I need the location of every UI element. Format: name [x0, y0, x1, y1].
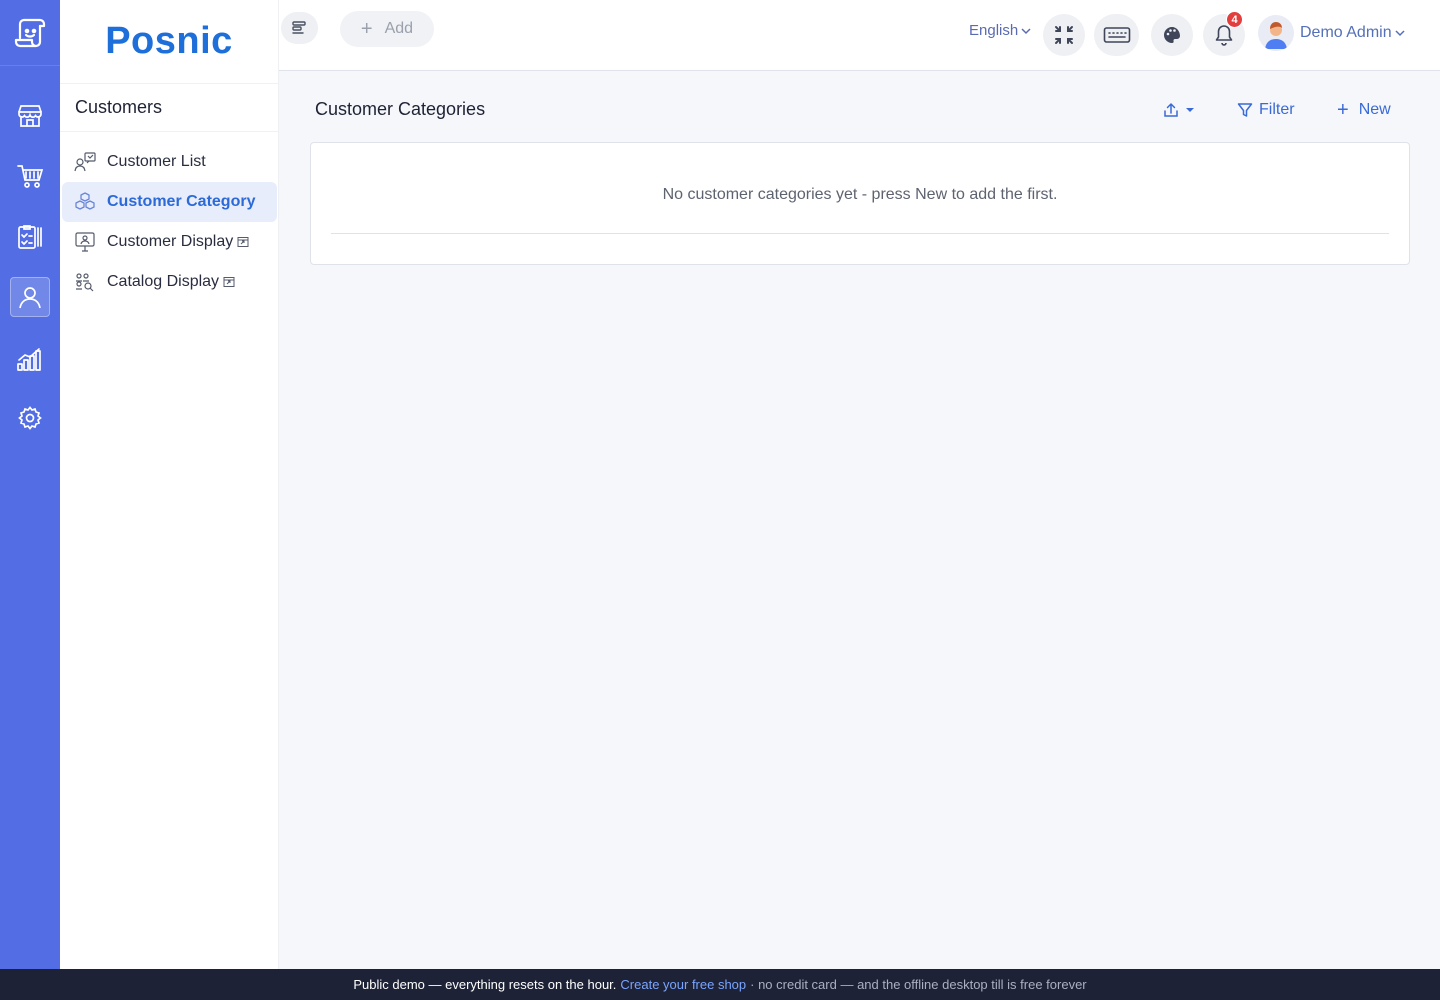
sidebar-item-label: Customer List: [107, 153, 206, 170]
user-menu[interactable]: Demo Admin: [1258, 15, 1405, 51]
upload-icon: [1164, 102, 1178, 117]
app-logo-icon: [14, 18, 46, 47]
empty-state-message: No customer categories yet - press New t…: [662, 186, 1058, 203]
store-icon: [18, 105, 42, 127]
sidebar-item-catalog-display[interactable]: Catalog Display: [60, 262, 278, 302]
sub-sidebar: Posnic Customers Customer List Customer …: [60, 0, 279, 969]
sidebar-menu: Customer List Customer Category Customer…: [60, 132, 278, 302]
sidebar-item-label: Catalog Display: [107, 273, 220, 290]
sidebar-item-customer-list[interactable]: Customer List: [60, 142, 278, 182]
rail-analytics[interactable]: [10, 339, 50, 379]
sidebar-toggle-button[interactable]: [281, 12, 318, 44]
rail-cart[interactable]: [10, 156, 50, 196]
demo-banner: Public demo — everything resets on the h…: [0, 969, 1440, 1000]
brand-logo[interactable]: Posnic: [60, 0, 278, 84]
sidebar-item-label: Customer Category: [107, 193, 256, 210]
plus-icon: +: [1337, 99, 1349, 121]
section-title: Customers: [60, 84, 278, 132]
create-shop-link[interactable]: Create your free shop: [620, 977, 746, 992]
user-icon: [19, 287, 41, 309]
external-window-icon: [237, 236, 249, 248]
gear-icon: [18, 406, 42, 430]
clipboard-icon: [18, 225, 42, 249]
fullscreen-button[interactable]: [1043, 14, 1085, 56]
cubes-icon: [74, 191, 96, 213]
caret-down-icon: [1186, 108, 1194, 112]
app-logo[interactable]: [0, 0, 60, 66]
sidebar-item-customer-category[interactable]: Customer Category: [62, 182, 277, 222]
new-button[interactable]: + New: [1337, 98, 1391, 122]
sidebar-item-label: Customer Display: [107, 233, 234, 250]
rail-customers[interactable]: [10, 277, 50, 317]
plus-icon: +: [360, 18, 373, 40]
quick-add-button[interactable]: + Add: [340, 11, 434, 47]
theme-button[interactable]: [1151, 14, 1193, 56]
export-button[interactable]: [1163, 98, 1195, 122]
user-name: Demo Admin: [1300, 24, 1405, 42]
notifications-button[interactable]: 4: [1203, 11, 1245, 56]
categories-table-card: No customer categories yet - press New t…: [310, 142, 1410, 265]
new-label: New: [1358, 101, 1391, 118]
palette-icon: [1164, 27, 1180, 43]
fullscreen-icon: [1055, 26, 1073, 44]
external-window-icon: [223, 276, 235, 288]
customer-list-icon: [74, 151, 96, 173]
cart-icon: [17, 165, 44, 188]
page-title: Customer Categories: [315, 99, 486, 119]
avatar: [1258, 15, 1294, 51]
chevron-down-icon: [1021, 27, 1031, 34]
keyboard-icon: [1103, 27, 1130, 43]
rail-reports[interactable]: [10, 217, 50, 257]
divider: [331, 233, 1389, 234]
rail-settings[interactable]: [10, 398, 50, 438]
banner-subtext: · no credit card — and the offline deskt…: [750, 977, 1087, 992]
monitor-icon: [74, 231, 96, 253]
add-label: Add: [384, 20, 414, 37]
language-selector[interactable]: English: [969, 22, 1031, 39]
user-name-label: Demo Admin: [1300, 24, 1392, 41]
keyboard-shortcuts-button[interactable]: [1094, 14, 1139, 56]
language-label: English: [969, 22, 1019, 39]
icon-rail: [0, 0, 60, 969]
chart-bars-icon: [17, 348, 41, 371]
rail-store[interactable]: [10, 96, 50, 136]
notification-count-badge: 4: [1226, 11, 1243, 28]
top-bar: + Add English 4 Demo Admin: [279, 0, 1440, 71]
sidebar-item-customer-display[interactable]: Customer Display: [60, 222, 278, 262]
catalog-icon: [74, 271, 96, 293]
brand-name: Posnic: [105, 20, 233, 62]
chevron-down-icon: [1395, 30, 1405, 37]
filter-icon: [1237, 103, 1253, 117]
banner-text: Public demo — everything resets on the h…: [353, 977, 617, 992]
filter-label: Filter: [1259, 101, 1295, 118]
filter-button[interactable]: Filter: [1237, 98, 1295, 122]
align-left-icon: [291, 21, 306, 34]
